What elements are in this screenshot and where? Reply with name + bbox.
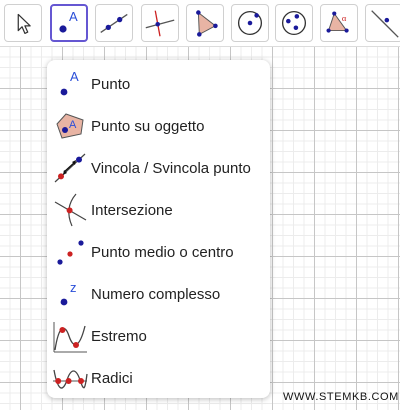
tool-reflect[interactable] — [365, 4, 400, 42]
point-tools-menu: A Punto A Punto su oggetto Vincola / Svi… — [47, 60, 270, 398]
circle-through-points-icon — [281, 10, 307, 36]
svg-text:α: α — [342, 13, 347, 23]
menu-item-label: Radici — [91, 370, 133, 387]
menu-item-estremo[interactable]: Estremo — [47, 316, 270, 358]
menu-item-label: Punto su oggetto — [91, 118, 205, 135]
menu-item-numero-complesso[interactable]: z Numero complesso — [47, 274, 270, 316]
svg-text:A: A — [70, 69, 79, 84]
point-on-object-icon: A — [52, 108, 88, 144]
svg-text:z: z — [70, 280, 77, 295]
menu-item-label: Vincola / Svincola punto — [91, 160, 251, 177]
tool-polygon[interactable] — [186, 4, 224, 42]
menu-item-punto-su-oggetto[interactable]: A Punto su oggetto — [47, 106, 270, 148]
menu-item-label: Punto — [91, 76, 131, 93]
menu-item-label: Estremo — [91, 328, 147, 345]
menu-item-intersezione[interactable]: Intersezione — [47, 190, 270, 232]
intersection-icon — [52, 192, 88, 228]
roots-icon — [52, 360, 88, 396]
menu-item-label: Numero complesso — [91, 286, 221, 303]
midpoint-icon — [52, 234, 88, 270]
menu-item-radici[interactable]: Radici — [47, 358, 270, 400]
circle-with-center-icon — [237, 10, 263, 36]
tool-perpendicular[interactable] — [141, 4, 179, 42]
menu-item-label: Punto medio o centro — [91, 244, 234, 261]
menu-item-punto-medio[interactable]: Punto medio o centro — [47, 232, 270, 274]
tool-move[interactable] — [4, 4, 42, 42]
angle-icon: α — [326, 11, 349, 33]
complex-number-icon: z — [52, 276, 88, 312]
menu-item-vincola-svincola[interactable]: Vincola / Svincola punto — [47, 148, 270, 190]
svg-text:A: A — [69, 119, 77, 131]
tool-line[interactable] — [95, 4, 133, 42]
polygon-icon — [196, 10, 218, 37]
tool-point[interactable]: A — [50, 4, 88, 42]
reflect-line-icon — [371, 10, 399, 38]
toolbar: A α — [0, 0, 400, 47]
tool-circle-three-points[interactable] — [275, 4, 313, 42]
point-icon: A — [59, 9, 78, 33]
attach-detach-point-icon — [52, 150, 88, 186]
line-icon — [100, 13, 128, 34]
point-icon: A — [52, 66, 88, 102]
svg-text:A: A — [69, 9, 78, 24]
menu-item-punto[interactable]: A Punto — [47, 64, 270, 106]
move-arrow-icon — [17, 13, 31, 35]
tool-angle[interactable]: α — [320, 4, 358, 42]
extremum-icon — [52, 318, 88, 354]
menu-item-label: Intersezione — [91, 202, 173, 219]
tool-circle-center[interactable] — [231, 4, 269, 42]
perpendicular-line-icon — [145, 10, 175, 37]
watermark: WWW.STEMKB.COM — [283, 391, 399, 403]
